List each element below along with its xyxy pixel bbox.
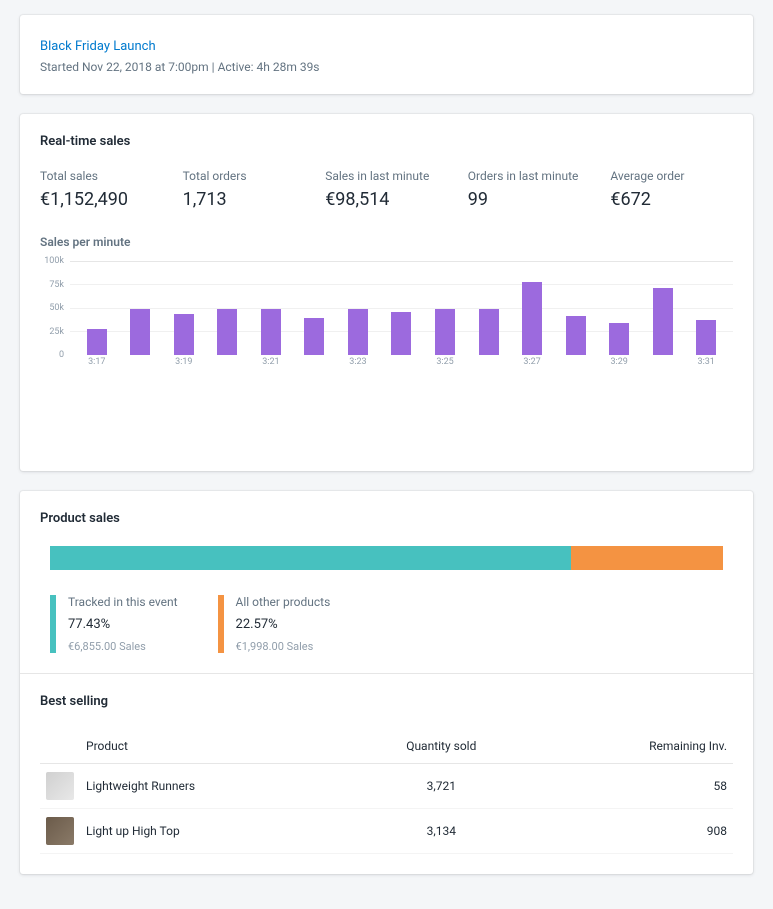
legend-pct: 22.57% bbox=[236, 617, 331, 632]
product-qty: 3,721 bbox=[350, 764, 533, 809]
product-inv: 908 bbox=[533, 809, 733, 854]
col-product: Product bbox=[80, 729, 350, 764]
stat-label: Average order bbox=[610, 169, 733, 183]
x-tick: 3:17 bbox=[87, 357, 107, 371]
chart-bar bbox=[348, 309, 368, 356]
chart-bars bbox=[70, 262, 733, 355]
chart-bar bbox=[87, 329, 107, 355]
best-selling-table: Product Quantity sold Remaining Inv. Lig… bbox=[40, 729, 733, 854]
product-sales-title: Product sales bbox=[40, 511, 733, 526]
x-tick bbox=[130, 357, 150, 371]
chart-bar bbox=[522, 282, 542, 355]
x-tick bbox=[217, 357, 237, 371]
legend-label: Tracked in this event bbox=[68, 595, 178, 609]
table-header-row: Product Quantity sold Remaining Inv. bbox=[40, 729, 733, 764]
chart-bar bbox=[130, 309, 150, 356]
chart-bar bbox=[479, 309, 499, 356]
y-tick: 100k bbox=[44, 256, 64, 266]
legend-other: All other products 22.57% €1,998.00 Sale… bbox=[218, 595, 331, 653]
sales-per-minute-chart: 025k50k75k100k 3:173:193:213:233:253:273… bbox=[40, 261, 733, 371]
stat-value: €672 bbox=[610, 189, 733, 210]
x-tick bbox=[304, 357, 324, 371]
legend-pct: 77.43% bbox=[68, 617, 178, 632]
stat-total-sales: Total sales €1,152,490 bbox=[40, 169, 163, 210]
product-thumb bbox=[46, 772, 74, 800]
product-sales-card: Product sales Tracked in this event 77.4… bbox=[20, 491, 753, 874]
x-tick: 3:23 bbox=[348, 357, 368, 371]
product-thumb bbox=[46, 817, 74, 845]
x-tick: 3:27 bbox=[522, 357, 542, 371]
event-meta: Started Nov 22, 2018 at 7:00pm | Active:… bbox=[40, 60, 733, 74]
stat-value: €98,514 bbox=[325, 189, 448, 210]
product-legend: Tracked in this event 77.43% €6,855.00 S… bbox=[40, 595, 733, 653]
chart-bar bbox=[566, 316, 586, 355]
legend-sales: €6,855.00 Sales bbox=[68, 640, 178, 653]
table-row[interactable]: Lightweight Runners 3,721 58 bbox=[40, 764, 733, 809]
event-header-card: Black Friday Launch Started Nov 22, 2018… bbox=[20, 15, 753, 94]
chart-bar bbox=[435, 309, 455, 356]
stats-row: Total sales €1,152,490 Total orders 1,71… bbox=[40, 169, 733, 210]
stat-average-order: Average order €672 bbox=[610, 169, 733, 210]
stat-value: €1,152,490 bbox=[40, 189, 163, 210]
chart-title: Sales per minute bbox=[40, 235, 733, 249]
x-tick bbox=[479, 357, 499, 371]
x-tick: 3:21 bbox=[261, 357, 281, 371]
best-selling-title: Best selling bbox=[40, 694, 733, 709]
stat-label: Total orders bbox=[183, 169, 306, 183]
chart-bar bbox=[304, 318, 324, 355]
col-qty: Quantity sold bbox=[350, 729, 533, 764]
chart-plot bbox=[70, 261, 733, 355]
x-tick: 3:31 bbox=[696, 357, 716, 371]
chart-bar bbox=[261, 309, 281, 356]
legend-sales: €1,998.00 Sales bbox=[236, 640, 331, 653]
x-tick: 3:25 bbox=[435, 357, 455, 371]
product-qty: 3,134 bbox=[350, 809, 533, 854]
product-inv: 58 bbox=[533, 764, 733, 809]
x-tick: 3:29 bbox=[609, 357, 629, 371]
product-sales-bar bbox=[50, 546, 723, 570]
chart-bar bbox=[217, 309, 237, 356]
chart-bar bbox=[391, 312, 411, 355]
product-name: Lightweight Runners bbox=[80, 764, 350, 809]
stat-total-orders: Total orders 1,713 bbox=[183, 169, 306, 210]
table-row[interactable]: Light up High Top 3,134 908 bbox=[40, 809, 733, 854]
realtime-sales-card: Real-time sales Total sales €1,152,490 T… bbox=[20, 114, 753, 471]
y-tick: 75k bbox=[49, 280, 64, 290]
segment-tracked bbox=[50, 546, 571, 570]
product-name: Light up High Top bbox=[80, 809, 350, 854]
stat-value: 99 bbox=[468, 189, 591, 210]
y-tick: 50k bbox=[49, 303, 64, 313]
chart-bar bbox=[653, 288, 673, 355]
y-tick: 25k bbox=[49, 327, 64, 337]
segment-other bbox=[571, 546, 723, 570]
stat-orders-last-minute: Orders in last minute 99 bbox=[468, 169, 591, 210]
chart-bar bbox=[174, 314, 194, 355]
x-tick bbox=[391, 357, 411, 371]
x-tick bbox=[566, 357, 586, 371]
chart-bar bbox=[609, 323, 629, 355]
x-axis: 3:17 3:19 3:21 3:23 3:25 3:27 3:29 3:31 bbox=[70, 357, 733, 371]
legend-swatch bbox=[50, 595, 56, 653]
x-tick: 3:19 bbox=[174, 357, 194, 371]
legend-label: All other products bbox=[236, 595, 331, 609]
stat-label: Total sales bbox=[40, 169, 163, 183]
y-tick: 0 bbox=[59, 350, 64, 360]
legend-tracked: Tracked in this event 77.43% €6,855.00 S… bbox=[50, 595, 178, 653]
legend-swatch bbox=[218, 595, 224, 653]
y-axis: 025k50k75k100k bbox=[40, 261, 68, 355]
stat-label: Orders in last minute bbox=[468, 169, 591, 183]
stat-label: Sales in last minute bbox=[325, 169, 448, 183]
x-tick bbox=[653, 357, 673, 371]
chart-bar bbox=[696, 320, 716, 355]
realtime-title: Real-time sales bbox=[40, 134, 733, 149]
col-inv: Remaining Inv. bbox=[533, 729, 733, 764]
stat-value: 1,713 bbox=[183, 189, 306, 210]
event-name-link[interactable]: Black Friday Launch bbox=[40, 39, 156, 54]
stat-sales-last-minute: Sales in last minute €98,514 bbox=[325, 169, 448, 210]
